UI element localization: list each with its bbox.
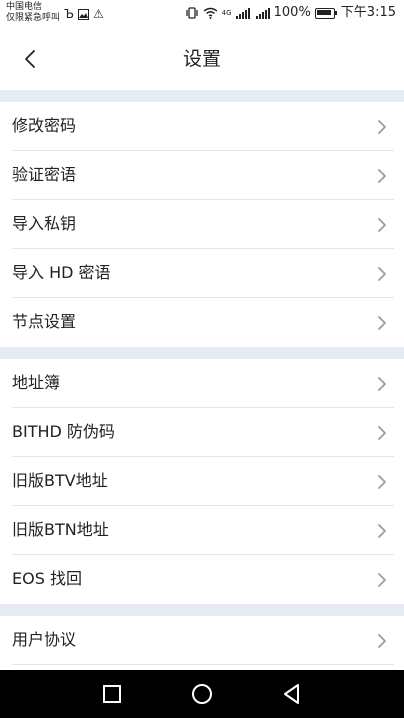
menu-item-label: 旧版BTN地址 — [12, 520, 109, 539]
battery-percent: 100% — [273, 5, 311, 20]
image-icon — [78, 8, 89, 20]
settings-group-addresses: 地址簿 BITHD 防伪码 旧版BTV地址 旧版BTN地址 EOS 找回 — [0, 359, 404, 604]
header: 设置 — [0, 28, 404, 90]
section-gap — [0, 604, 404, 616]
chevron-right-icon — [378, 475, 386, 489]
menu-item-legacy-btv-address[interactable]: 旧版BTV地址 — [0, 457, 404, 506]
signal-2-icon — [255, 7, 270, 19]
system-status: 4G 100% 下午3:15 — [185, 5, 396, 21]
menu-item-address-book[interactable]: 地址簿 — [0, 359, 404, 408]
menu-item-user-agreement[interactable]: 用户协议 — [0, 616, 404, 665]
menu-item-label: 地址簿 — [12, 373, 61, 392]
menu-item-label: 旧版BTV地址 — [12, 471, 108, 490]
system-nav-bar — [0, 670, 404, 718]
vibrate-icon — [185, 7, 198, 19]
menu-item-bithd-anti-counterfeit[interactable]: BITHD 防伪码 — [0, 408, 404, 457]
notification-icons: Ъ ⚠ — [64, 7, 104, 21]
chevron-right-icon — [378, 267, 386, 281]
section-gap — [0, 347, 404, 359]
status-bar: 中国电信 仅限紧急呼叫 Ъ ⚠ 4G 100% 下午3:15 — [0, 0, 404, 28]
chevron-right-icon — [378, 524, 386, 538]
chevron-right-icon — [378, 377, 386, 391]
square-icon[interactable] — [100, 682, 124, 706]
chevron-right-icon — [378, 573, 386, 587]
menu-item-change-password[interactable]: 修改密码 — [0, 102, 404, 151]
signal-icon — [235, 7, 250, 19]
menu-item-label: 用户协议 — [12, 630, 77, 649]
carrier-info: 中国电信 仅限紧急呼叫 — [6, 2, 60, 24]
settings-group-security: 修改密码 验证密语 导入私钥 导入 HD 密语 节点设置 — [0, 102, 404, 347]
clock: 下午3:15 — [340, 5, 396, 20]
network-type-label: 4G — [221, 8, 232, 17]
notification-b-icon: Ъ — [64, 7, 74, 21]
divider — [12, 664, 394, 665]
carrier-status: 仅限紧急呼叫 — [6, 13, 61, 23]
menu-item-label: 节点设置 — [12, 312, 77, 331]
wifi-icon — [203, 7, 218, 19]
carrier-name: 中国电信 — [6, 2, 43, 12]
page-title: 设置 — [182, 48, 221, 70]
menu-item-label: 验证密语 — [12, 165, 77, 184]
chevron-right-icon — [378, 218, 386, 232]
settings-group-about: 用户协议 — [0, 616, 404, 670]
triangle-back-icon[interactable] — [280, 682, 304, 706]
menu-item-legacy-btn-address[interactable]: 旧版BTN地址 — [0, 506, 404, 555]
menu-item-verify-mnemonic[interactable]: 验证密语 — [0, 151, 404, 200]
battery-icon — [314, 7, 337, 19]
chevron-right-icon — [378, 169, 386, 183]
chevron-right-icon — [378, 316, 386, 330]
menu-item-import-hd-mnemonic[interactable]: 导入 HD 密语 — [0, 249, 404, 298]
chevron-right-icon — [378, 426, 386, 440]
menu-item-label: 修改密码 — [12, 116, 77, 135]
warning-icon: ⚠ — [93, 7, 104, 21]
menu-item-label: EOS 找回 — [12, 569, 82, 588]
chevron-right-icon — [378, 120, 386, 134]
menu-item-import-private-key[interactable]: 导入私钥 — [0, 200, 404, 249]
chevron-right-icon — [378, 634, 386, 648]
menu-item-label: 导入私钥 — [12, 214, 77, 233]
menu-item-label: BITHD 防伪码 — [12, 422, 115, 441]
menu-item-eos-recovery[interactable]: EOS 找回 — [0, 555, 404, 604]
menu-item-node-settings[interactable]: 节点设置 — [0, 298, 404, 347]
section-gap — [0, 90, 404, 102]
circle-icon[interactable] — [190, 682, 214, 706]
menu-item-label: 导入 HD 密语 — [12, 263, 111, 282]
